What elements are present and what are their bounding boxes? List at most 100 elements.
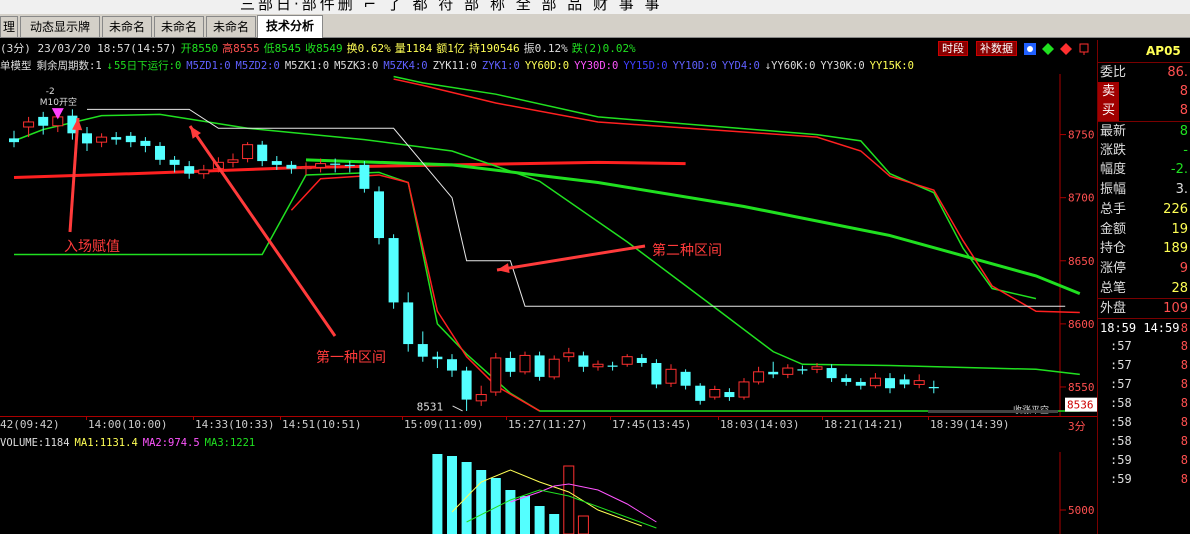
quote-value: 86.	[1167, 65, 1188, 80]
candle	[768, 361, 779, 379]
price-label: 8600	[1068, 318, 1095, 331]
tick-price: 8	[1180, 376, 1188, 391]
candle	[724, 388, 735, 401]
candle	[928, 380, 939, 394]
fill-data-button[interactable]: 补数据	[976, 41, 1017, 56]
tab-unnamed-2[interactable]: 未命名	[154, 16, 204, 37]
candle	[9, 130, 19, 148]
tick-time: :57	[1110, 376, 1132, 391]
ma2-label: MA2:974.5	[142, 437, 200, 449]
quote-row: 幅度 -2.	[1098, 160, 1190, 180]
time-label: 15:27(11:27)	[508, 418, 588, 431]
chart-tool-icons	[1024, 43, 1089, 55]
candle	[621, 354, 633, 367]
candle	[841, 374, 852, 386]
candle	[563, 347, 575, 362]
time-label: 14:51(10:51)	[282, 418, 362, 431]
indicator-bar: 单模型 剩余周期数:1 ↓55日下运行:0 M5ZD1:0 M5ZD2:0 M5ZK1:0…	[0, 58, 1097, 74]
quote-label: 持仓	[1100, 241, 1127, 257]
candle	[505, 351, 516, 377]
tick-price: 8	[1180, 433, 1188, 448]
candle	[403, 292, 414, 352]
axis-border	[0, 416, 1097, 417]
quote-row: 总笔 28	[1098, 279, 1190, 299]
period-tag[interactable]: 3分	[1068, 418, 1086, 434]
quote-value: -2.	[1170, 162, 1188, 178]
scroll-track[interactable]	[928, 410, 1058, 413]
change-info: 跌(2)0.02%	[571, 42, 636, 55]
candle	[695, 383, 706, 405]
candle	[432, 351, 443, 369]
time-label: 18:39(14:39)	[930, 418, 1010, 431]
red-diamond-icon[interactable]	[1060, 43, 1072, 55]
volume-bar	[476, 470, 487, 534]
quote-label: 总手	[1100, 201, 1127, 217]
quote-value: 19	[1171, 221, 1188, 237]
quote-label: 外盘	[1100, 301, 1127, 317]
candle	[578, 351, 589, 372]
time-label: 17:45(13:45)	[612, 418, 692, 431]
line-white-line	[87, 108, 1066, 307]
indicator-2: M5ZK1:0	[284, 60, 330, 72]
volume-bar	[447, 456, 457, 534]
volume-chart[interactable]: 5000	[0, 452, 1097, 534]
quote-row: 委比 86.	[1098, 62, 1190, 82]
contract-code: AP053	[1146, 44, 1181, 58]
volume-bar	[505, 490, 516, 534]
candle	[257, 140, 268, 167]
candle	[519, 351, 531, 375]
candle	[607, 361, 618, 371]
tick-price: 8	[1180, 357, 1188, 372]
candlestick-chart[interactable]: 87508700865086008550-2M10开空8531收涨平空8536	[0, 74, 1097, 416]
tab-unnamed-1[interactable]: 未命名	[102, 16, 152, 37]
candle	[111, 132, 122, 145]
tab-unnamed-3[interactable]: 未命名	[206, 16, 256, 37]
candle	[534, 351, 545, 381]
close-price: 收8549	[305, 42, 343, 55]
tab-dynamic-board[interactable]: 动态显示牌	[20, 16, 100, 37]
indicator-3: M5ZK3:0	[334, 60, 379, 72]
candle	[899, 374, 910, 389]
tick-row: :57 8	[1098, 375, 1190, 394]
quote-row: 涨停 9	[1098, 259, 1190, 279]
indicator-9: YY15D:0	[623, 60, 668, 72]
candle	[198, 164, 210, 179]
time-label: 14:33(10:33)	[195, 418, 275, 431]
indicator-10: YY10D:0	[672, 60, 717, 72]
annotation-zone2: 第二种区间	[652, 243, 722, 259]
green-diamond-icon[interactable]	[1042, 43, 1054, 55]
pin-icon[interactable]	[1079, 43, 1089, 55]
candle	[782, 364, 794, 379]
period-info: (3分) 23/03/20 18:57(14:57)	[0, 42, 177, 55]
candle	[636, 354, 647, 367]
candle	[227, 153, 239, 168]
line-thick-green	[305, 158, 1081, 295]
indicator-12: ↓YY60K:0	[764, 60, 816, 72]
quote-row: 金额 19	[1098, 220, 1190, 240]
tab-technical-analysis[interactable]: 技术分析	[257, 15, 323, 38]
tick-row: :58 8	[1098, 413, 1190, 432]
low-price: 低8545	[263, 42, 302, 55]
quote-label: 金额	[1100, 221, 1127, 237]
turnover: 换0.62%	[346, 42, 391, 55]
quote-label: 总笔	[1100, 280, 1127, 296]
top-toolbar: 三部日·部件删 ⌐ 了 都 符 部 称 全 部 品 财 事 事	[0, 0, 1190, 14]
candle	[300, 162, 312, 175]
tick-time: :58	[1110, 414, 1132, 429]
tick-time: :57	[1110, 357, 1132, 372]
tick-time: :59	[1110, 452, 1132, 467]
quote-label: 买	[1098, 101, 1120, 122]
time-label: 42(09:42)	[0, 418, 60, 431]
tick-row: :59 8	[1098, 470, 1190, 489]
settings-icon[interactable]	[1024, 43, 1036, 55]
quote-label: 幅度	[1100, 162, 1127, 178]
volume-bar	[534, 506, 545, 534]
candle	[125, 132, 136, 148]
timeshare-button[interactable]: 时段	[938, 41, 968, 56]
candle	[826, 364, 837, 382]
candle	[286, 161, 297, 174]
indicator-14: YY15K:0	[869, 60, 914, 72]
tab-partial[interactable]: 理	[0, 16, 18, 37]
quote-label: 涨跌	[1100, 142, 1127, 158]
candle	[374, 186, 384, 245]
